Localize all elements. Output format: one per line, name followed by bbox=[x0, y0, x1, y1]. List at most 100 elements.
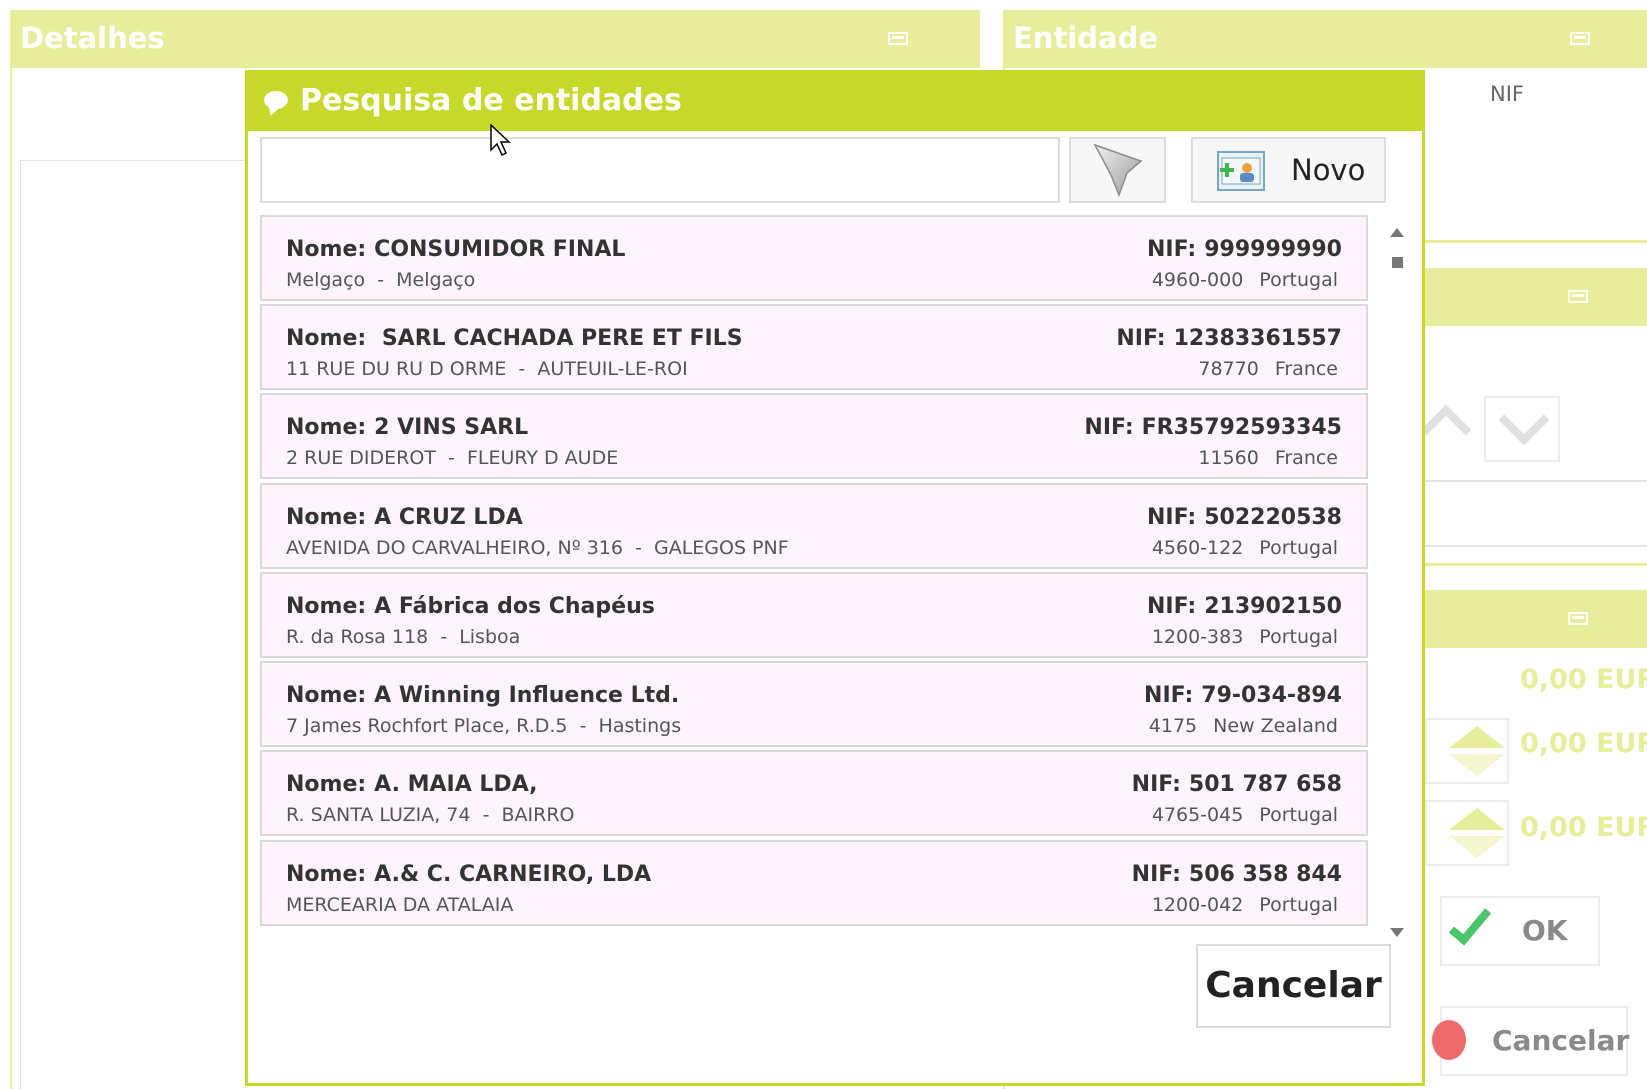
entity-country: France bbox=[1274, 358, 1338, 380]
mouse-cursor-icon bbox=[490, 124, 511, 157]
subpanel-2-maximize-icon[interactable] bbox=[1568, 612, 1588, 625]
details-left-border bbox=[10, 68, 12, 1089]
entity-country: Portugal bbox=[1259, 626, 1338, 648]
entity-nif: 999999990 bbox=[1204, 237, 1342, 262]
result-location: 4765-045 Portugal bbox=[1152, 804, 1338, 826]
entity-address: R. SANTA LUZIA, 74 bbox=[286, 804, 471, 826]
entity-address: AVENIDA DO CARVALHEIRO, Nº 316 bbox=[286, 537, 623, 559]
address-separator: - bbox=[435, 447, 467, 469]
result-address: 11 RUE DU RU D ORME - AUTEUIL-LE-ROI bbox=[286, 358, 688, 380]
result-row[interactable]: Nome: A. MAIA LDA, R. SANTA LUZIA, 74 - BA… bbox=[260, 750, 1368, 836]
entity-nif: 79-034-894 bbox=[1201, 683, 1342, 708]
entity-panel-header: Entidade bbox=[1003, 10, 1647, 68]
add-contact-icon bbox=[1217, 151, 1265, 191]
entity-city: Melgaço bbox=[396, 269, 476, 291]
result-address: MERCEARIA DA ATALAIA bbox=[286, 894, 513, 916]
entity-panel-title: Entidade bbox=[1013, 21, 1159, 55]
entity-city: BAIRRO bbox=[501, 804, 575, 826]
stepper-up-icon bbox=[1449, 726, 1505, 748]
amount-1: 0,00 EUR bbox=[1520, 664, 1647, 695]
result-address: R. SANTA LUZIA, 74 - BAIRRO bbox=[286, 804, 575, 826]
entity-nif: 502220538 bbox=[1204, 505, 1342, 530]
result-row[interactable]: Nome: A CRUZ LDA AVENIDA DO CARVALHEIRO, N… bbox=[260, 483, 1368, 569]
nif-prefix: NIF: bbox=[1146, 505, 1197, 530]
entity-postal-code: 4560-122 bbox=[1151, 537, 1244, 559]
background-cancel-button[interactable]: Cancelar bbox=[1432, 1006, 1629, 1076]
entity-name: CONSUMIDOR FINAL bbox=[374, 237, 626, 262]
name-prefix: Nome: bbox=[286, 772, 367, 797]
entity-city: Lisboa bbox=[459, 626, 521, 648]
result-nif: NIF: 999999990 bbox=[1147, 237, 1342, 262]
details-panel-header: Detalhes bbox=[10, 10, 980, 68]
nif-prefix: NIF: bbox=[1146, 594, 1197, 619]
entity-postal-code: 4175 bbox=[1148, 715, 1198, 737]
entity-address: R. da Rosa 118 bbox=[286, 626, 429, 648]
entity-postal-code: 78770 bbox=[1198, 358, 1259, 380]
amount-stepper-1[interactable] bbox=[1425, 718, 1509, 784]
dialog-header: Pesquisa de entidades bbox=[248, 73, 1422, 131]
address-separator: - bbox=[567, 715, 599, 737]
nif-prefix: NIF: bbox=[1131, 862, 1181, 887]
address-separator: - bbox=[365, 269, 397, 291]
subpanel-1-maximize-icon[interactable] bbox=[1568, 290, 1588, 303]
stepper-down-icon bbox=[1449, 836, 1505, 858]
entity-address: 2 RUE DIDEROT bbox=[286, 447, 436, 469]
entity-name: 2 VINS SARL bbox=[374, 415, 529, 440]
result-name: Nome: A.& C. CARNEIRO, LDA bbox=[286, 862, 651, 887]
entity-country: Portugal bbox=[1259, 269, 1338, 291]
filter-icon bbox=[1093, 143, 1143, 198]
result-address: AVENIDA DO CARVALHEIRO, Nº 316 - GALEGOS… bbox=[286, 537, 789, 559]
entity-name: A.& C. CARNEIRO, LDA bbox=[374, 862, 652, 887]
result-row[interactable]: Nome: A Fábrica dos Chapéus R. da Rosa 118… bbox=[260, 572, 1368, 658]
result-address: 7 James Rochfort Place, R.D.5 - Hastings bbox=[286, 715, 681, 737]
result-name: Nome: A Winning Influence Ltd. bbox=[286, 683, 679, 708]
name-prefix: Nome: bbox=[286, 415, 367, 440]
result-name: Nome: A. MAIA LDA, bbox=[286, 772, 538, 797]
result-row[interactable]: Nome: 2 VINS SARL 2 RUE DIDEROT - FLEURY D… bbox=[260, 393, 1368, 479]
entity-postal-code: 1200-383 bbox=[1151, 626, 1244, 648]
scrollbar-thumb[interactable] bbox=[1392, 257, 1403, 268]
name-prefix: Nome: bbox=[286, 505, 367, 530]
entity-section-line-1 bbox=[1425, 240, 1647, 243]
move-down-button[interactable] bbox=[1484, 394, 1560, 462]
name-prefix: Nome: bbox=[286, 683, 367, 708]
scroll-down-arrow-icon[interactable] bbox=[1390, 928, 1404, 937]
move-up-icon[interactable] bbox=[1420, 404, 1472, 456]
address-separator: - bbox=[622, 537, 654, 559]
result-row[interactable]: Nome: A.& C. CARNEIRO, LDA MERCEARIA DA AT… bbox=[260, 840, 1368, 926]
result-nif: NIF: 506 358 844 bbox=[1132, 862, 1342, 887]
address-separator: - bbox=[428, 626, 460, 648]
result-address: Melgaço - Melgaço bbox=[286, 269, 475, 291]
entity-postal-code: 4765-045 bbox=[1151, 804, 1244, 826]
result-name: Nome: 2 VINS SARL bbox=[286, 415, 528, 440]
result-row[interactable]: Nome: SARL CACHADA PERE ET FILS 11 RUE DU… bbox=[260, 304, 1368, 390]
entity-city: Hastings bbox=[598, 715, 682, 737]
result-row[interactable]: Nome: CONSUMIDOR FINAL Melgaço - Melgaço NI… bbox=[260, 215, 1368, 301]
amount-stepper-2[interactable] bbox=[1425, 800, 1509, 866]
result-location: 1200-383 Portugal bbox=[1152, 626, 1338, 648]
entity-address: MERCEARIA DA ATALAIA bbox=[286, 894, 514, 916]
search-input[interactable] bbox=[260, 137, 1060, 203]
entity-country: France bbox=[1274, 447, 1338, 469]
result-row[interactable]: Nome: A Winning Influence Ltd. 7 James Roc… bbox=[260, 661, 1368, 747]
new-entity-button[interactable]: Novo bbox=[1191, 137, 1386, 203]
entity-city: FLEURY D AUDE bbox=[466, 447, 619, 469]
entity-name: A. MAIA LDA, bbox=[374, 772, 538, 797]
result-location: 11560 France bbox=[1198, 447, 1338, 469]
filter-button[interactable] bbox=[1069, 137, 1166, 203]
entity-subpanel-header-2 bbox=[1425, 590, 1647, 648]
entity-address: Melgaço bbox=[286, 269, 366, 291]
result-name: Nome: A Fábrica dos Chapéus bbox=[286, 594, 655, 619]
cancel-button[interactable]: Cancelar bbox=[1196, 944, 1391, 1028]
details-maximize-icon[interactable] bbox=[888, 32, 908, 45]
scroll-up-arrow-icon[interactable] bbox=[1390, 228, 1404, 237]
result-location: 1200-042 Portugal bbox=[1152, 894, 1338, 916]
entity-name: A CRUZ LDA bbox=[374, 505, 523, 530]
entity-maximize-icon[interactable] bbox=[1570, 32, 1590, 45]
ok-button[interactable]: OK bbox=[1440, 896, 1600, 966]
result-name: Nome: SARL CACHADA PERE ET FILS bbox=[286, 326, 743, 351]
result-location: 78770 France bbox=[1198, 358, 1338, 380]
entity-country: New Zealand bbox=[1213, 715, 1338, 737]
details-panel-title: Detalhes bbox=[20, 21, 165, 55]
entity-subpanel-header-1 bbox=[1425, 268, 1647, 326]
